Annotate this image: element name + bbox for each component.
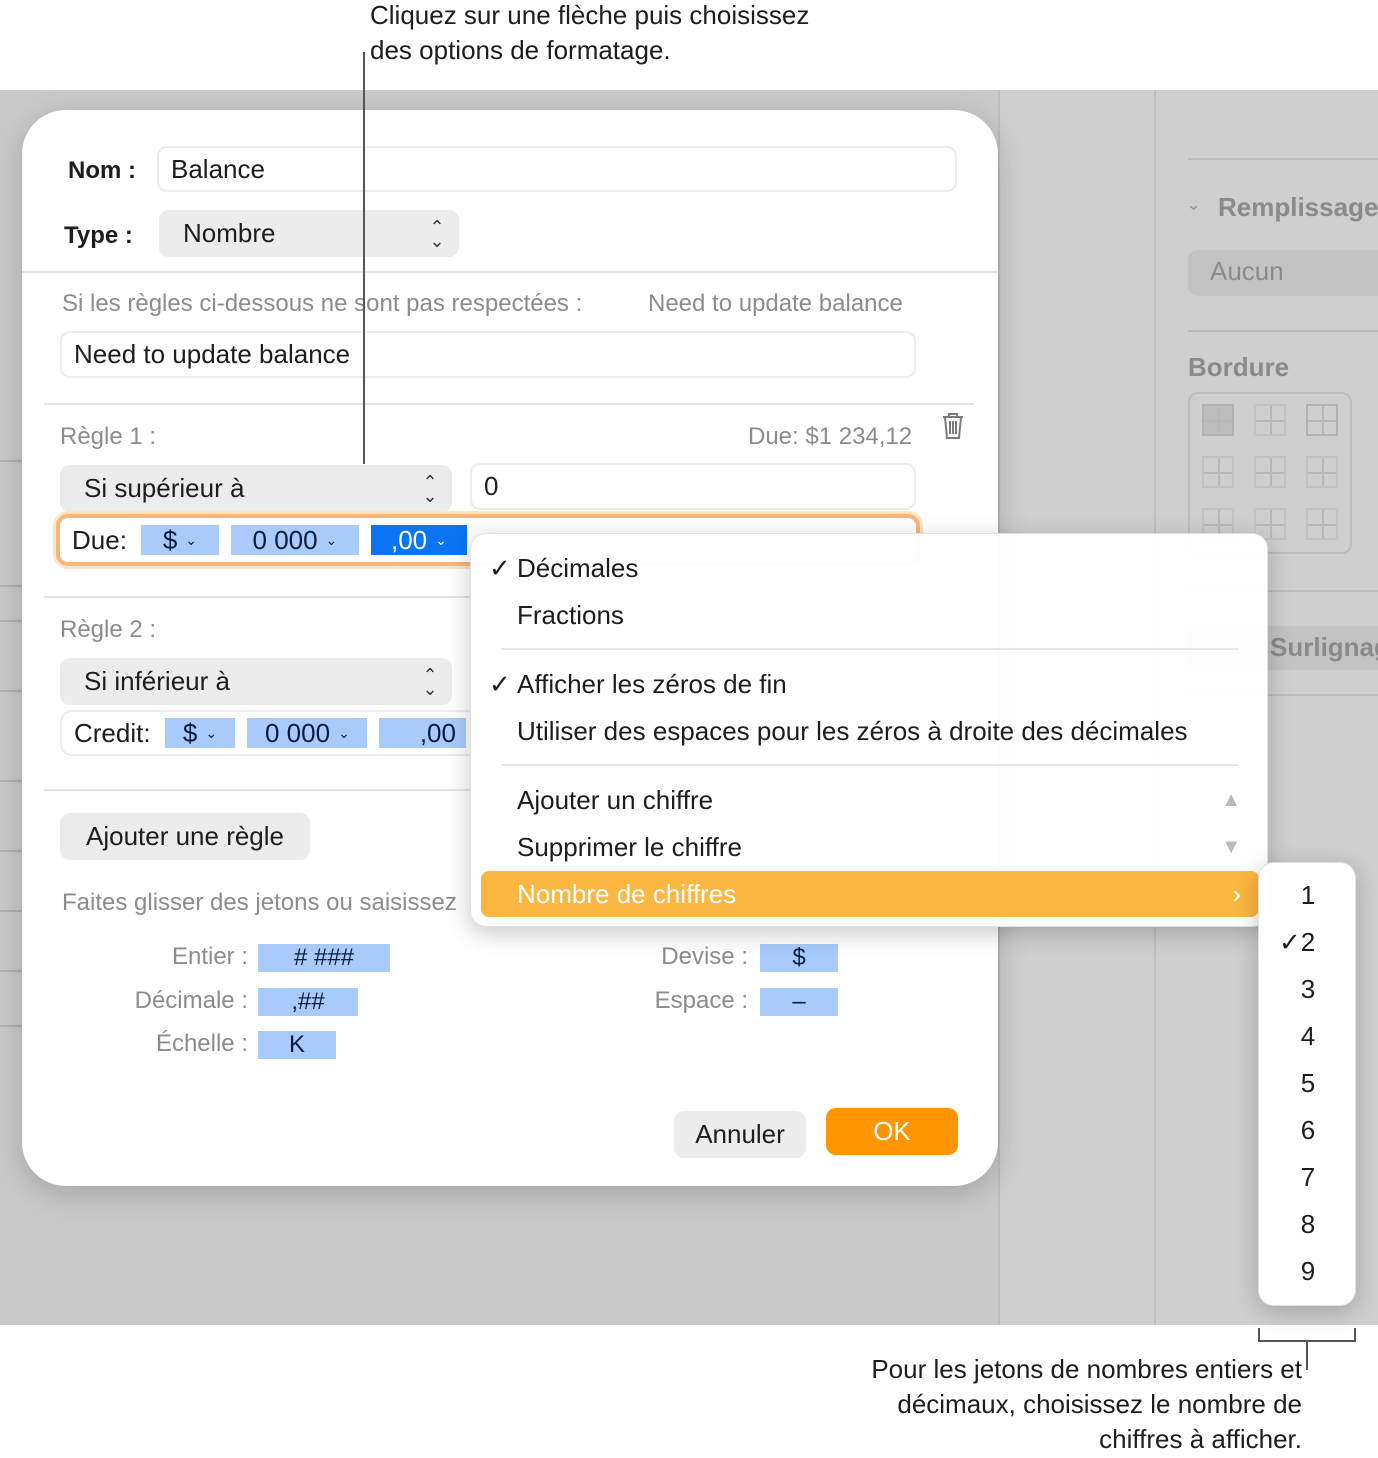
chevron-down-icon: ⌄: [185, 531, 198, 548]
decimal-token[interactable]: ,00: [379, 718, 466, 748]
integer-legend-token[interactable]: # ###: [258, 944, 390, 972]
add-rule-button[interactable]: Ajouter une règle: [60, 813, 310, 860]
rule1-value: 0: [484, 471, 499, 501]
scale-legend-token[interactable]: K: [258, 1031, 336, 1059]
checkmark-icon: ✓: [489, 668, 511, 699]
fill-section-label[interactable]: Remplissage: [1218, 192, 1378, 223]
menu-item-add-digit[interactable]: Ajouter un chiffre ▲: [481, 777, 1259, 823]
border-outer-icon[interactable]: [1306, 404, 1338, 436]
scale-legend-label: Échelle :: [155, 1030, 248, 1057]
updown-chevron-icon: ⌃ ⌄: [422, 471, 438, 506]
digit-option[interactable]: ✓ 2: [1259, 919, 1357, 965]
currency-legend-token[interactable]: $: [760, 944, 838, 972]
digit-option[interactable]: 5: [1259, 1060, 1357, 1106]
rule1-preview: Due: $1 234,12: [748, 423, 913, 450]
type-label: Type :: [64, 222, 133, 249]
integer-legend-label: Entier :: [171, 943, 248, 970]
chevron-right-icon: ›: [1232, 878, 1241, 909]
decimal-format-menu: ✓ Décimales Fractions ✓ Afficher les zér…: [470, 533, 1268, 927]
space-legend-label: Espace :: [654, 987, 748, 1014]
rule1-label: Règle 1 :: [60, 423, 157, 450]
callout-bottom-line1: Pour les jetons de nombres entiers et: [871, 1354, 1302, 1384]
border-left-icon[interactable]: [1202, 456, 1234, 488]
chevron-down-icon: ⌄: [325, 531, 338, 548]
decimal-token[interactable]: ,00 ⌄: [370, 525, 467, 555]
integer-token[interactable]: 0 000 ⌄: [230, 525, 359, 555]
currency-legend-label: Devise :: [661, 943, 748, 970]
name-value: Balance: [171, 153, 265, 184]
rule1-field-name: Due:: [72, 524, 127, 555]
unmet-message-value: Need to update balance: [74, 339, 351, 369]
callout-bottom-leader: [1306, 1340, 1308, 1370]
border-inner-icon[interactable]: [1254, 404, 1286, 436]
chevron-down-icon: ⌄: [205, 724, 218, 741]
rule2-label: Règle 2 :: [60, 616, 157, 643]
callout-bottom: Pour les jetons de nombres entiers et dé…: [790, 1352, 1302, 1457]
chevron-down-icon: ⌄: [435, 531, 447, 548]
rule2-condition: Si inférieur à: [84, 666, 230, 696]
ok-button[interactable]: OK: [826, 1108, 958, 1155]
rule1-condition: Si supérieur à: [84, 473, 245, 503]
rule2-condition-popup[interactable]: Si inférieur à ⌃ ⌄: [60, 658, 452, 705]
unmet-message-field[interactable]: Need to update balance: [60, 331, 916, 378]
name-field[interactable]: Balance: [157, 146, 957, 192]
currency-token[interactable]: $ ⌄: [164, 718, 236, 748]
unmet-rules-label: Si les règles ci-dessous ne sont pas res…: [62, 290, 583, 317]
digit-option[interactable]: 9: [1259, 1248, 1357, 1294]
border-style-grid[interactable]: [1188, 392, 1352, 554]
type-popup[interactable]: Nombre ⌃ ⌄: [159, 210, 459, 257]
callout-top-line2: des options de formatage.: [370, 35, 671, 65]
border-bottom-icon[interactable]: [1306, 508, 1338, 540]
menu-item-fractions[interactable]: Fractions: [481, 592, 1259, 638]
menu-item-show-trailing-zeros[interactable]: ✓ Afficher les zéros de fin: [481, 661, 1259, 707]
checkmark-icon: ✓: [1279, 926, 1301, 957]
digit-option[interactable]: 3: [1259, 966, 1357, 1012]
updown-chevron-icon: ⌃ ⌄: [422, 664, 438, 699]
digit-count-submenu: 1 ✓ 2 3 4 5 6 7 8 9: [1258, 862, 1356, 1306]
callout-bottom-line3: chiffres à afficher.: [1099, 1424, 1302, 1454]
chevron-down-icon: ⌄: [338, 724, 350, 741]
digit-option[interactable]: 1: [1259, 872, 1357, 918]
digit-option[interactable]: 7: [1259, 1154, 1357, 1200]
highlight-label: Surlignag: [1270, 632, 1378, 662]
up-triangle-icon: ▲: [1221, 788, 1241, 811]
down-triangle-icon: ▼: [1221, 835, 1241, 858]
cancel-button[interactable]: Annuler: [674, 1111, 806, 1158]
menu-item-decimals[interactable]: ✓ Décimales: [481, 545, 1259, 591]
type-value: Nombre: [183, 218, 276, 248]
name-label: Nom :: [68, 157, 136, 184]
decimal-legend-token[interactable]: ,##: [258, 988, 358, 1016]
callout-top-line1: Cliquez sur une flèche puis choisissez: [370, 0, 810, 30]
rule2-format-field[interactable]: Credit: $ ⌄ 0 000 ⌄ ,00: [60, 710, 480, 756]
fill-popup[interactable]: Aucun: [1188, 250, 1378, 296]
currency-token[interactable]: $ ⌄: [140, 525, 219, 555]
menu-item-digit-count[interactable]: Nombre de chiffres ›: [481, 871, 1259, 917]
updown-chevron-icon: ⌃ ⌄: [429, 216, 445, 251]
callout-top: Cliquez sur une flèche puis choisissez d…: [370, 0, 930, 68]
digit-option[interactable]: 4: [1259, 1013, 1357, 1059]
digit-option[interactable]: 6: [1259, 1107, 1357, 1153]
fill-chevron-icon[interactable]: ⌄: [1186, 194, 1201, 215]
border-all-icon[interactable]: [1202, 404, 1234, 436]
trash-icon[interactable]: [940, 410, 966, 440]
decimal-legend-label: Décimale :: [134, 987, 248, 1014]
rule2-field-name: Credit:: [74, 717, 151, 748]
callout-top-leader: [363, 52, 365, 464]
border-center-icon[interactable]: [1254, 456, 1286, 488]
rule1-condition-popup[interactable]: Si supérieur à ⌃ ⌄: [60, 465, 452, 512]
border-right-icon[interactable]: [1306, 456, 1338, 488]
callout-bottom-line2: décimaux, choisissez le nombre de: [897, 1389, 1302, 1419]
menu-item-remove-digit[interactable]: Supprimer le chiffre ▼: [481, 824, 1259, 870]
space-legend-token[interactable]: –: [760, 988, 838, 1016]
checkmark-icon: ✓: [489, 552, 511, 583]
integer-token[interactable]: 0 000 ⌄: [247, 718, 368, 748]
rule1-value-field[interactable]: 0: [470, 463, 916, 510]
fill-value: Aucun: [1210, 256, 1284, 286]
menu-item-use-spaces[interactable]: Utiliser des espaces pour les zéros à dr…: [481, 708, 1259, 754]
unmet-preview: Need to update balance: [648, 290, 903, 317]
drag-hint: Faites glisser des jetons ou saisissez: [62, 889, 457, 916]
border-section-label: Bordure: [1188, 352, 1290, 382]
digit-option[interactable]: 8: [1259, 1201, 1357, 1247]
